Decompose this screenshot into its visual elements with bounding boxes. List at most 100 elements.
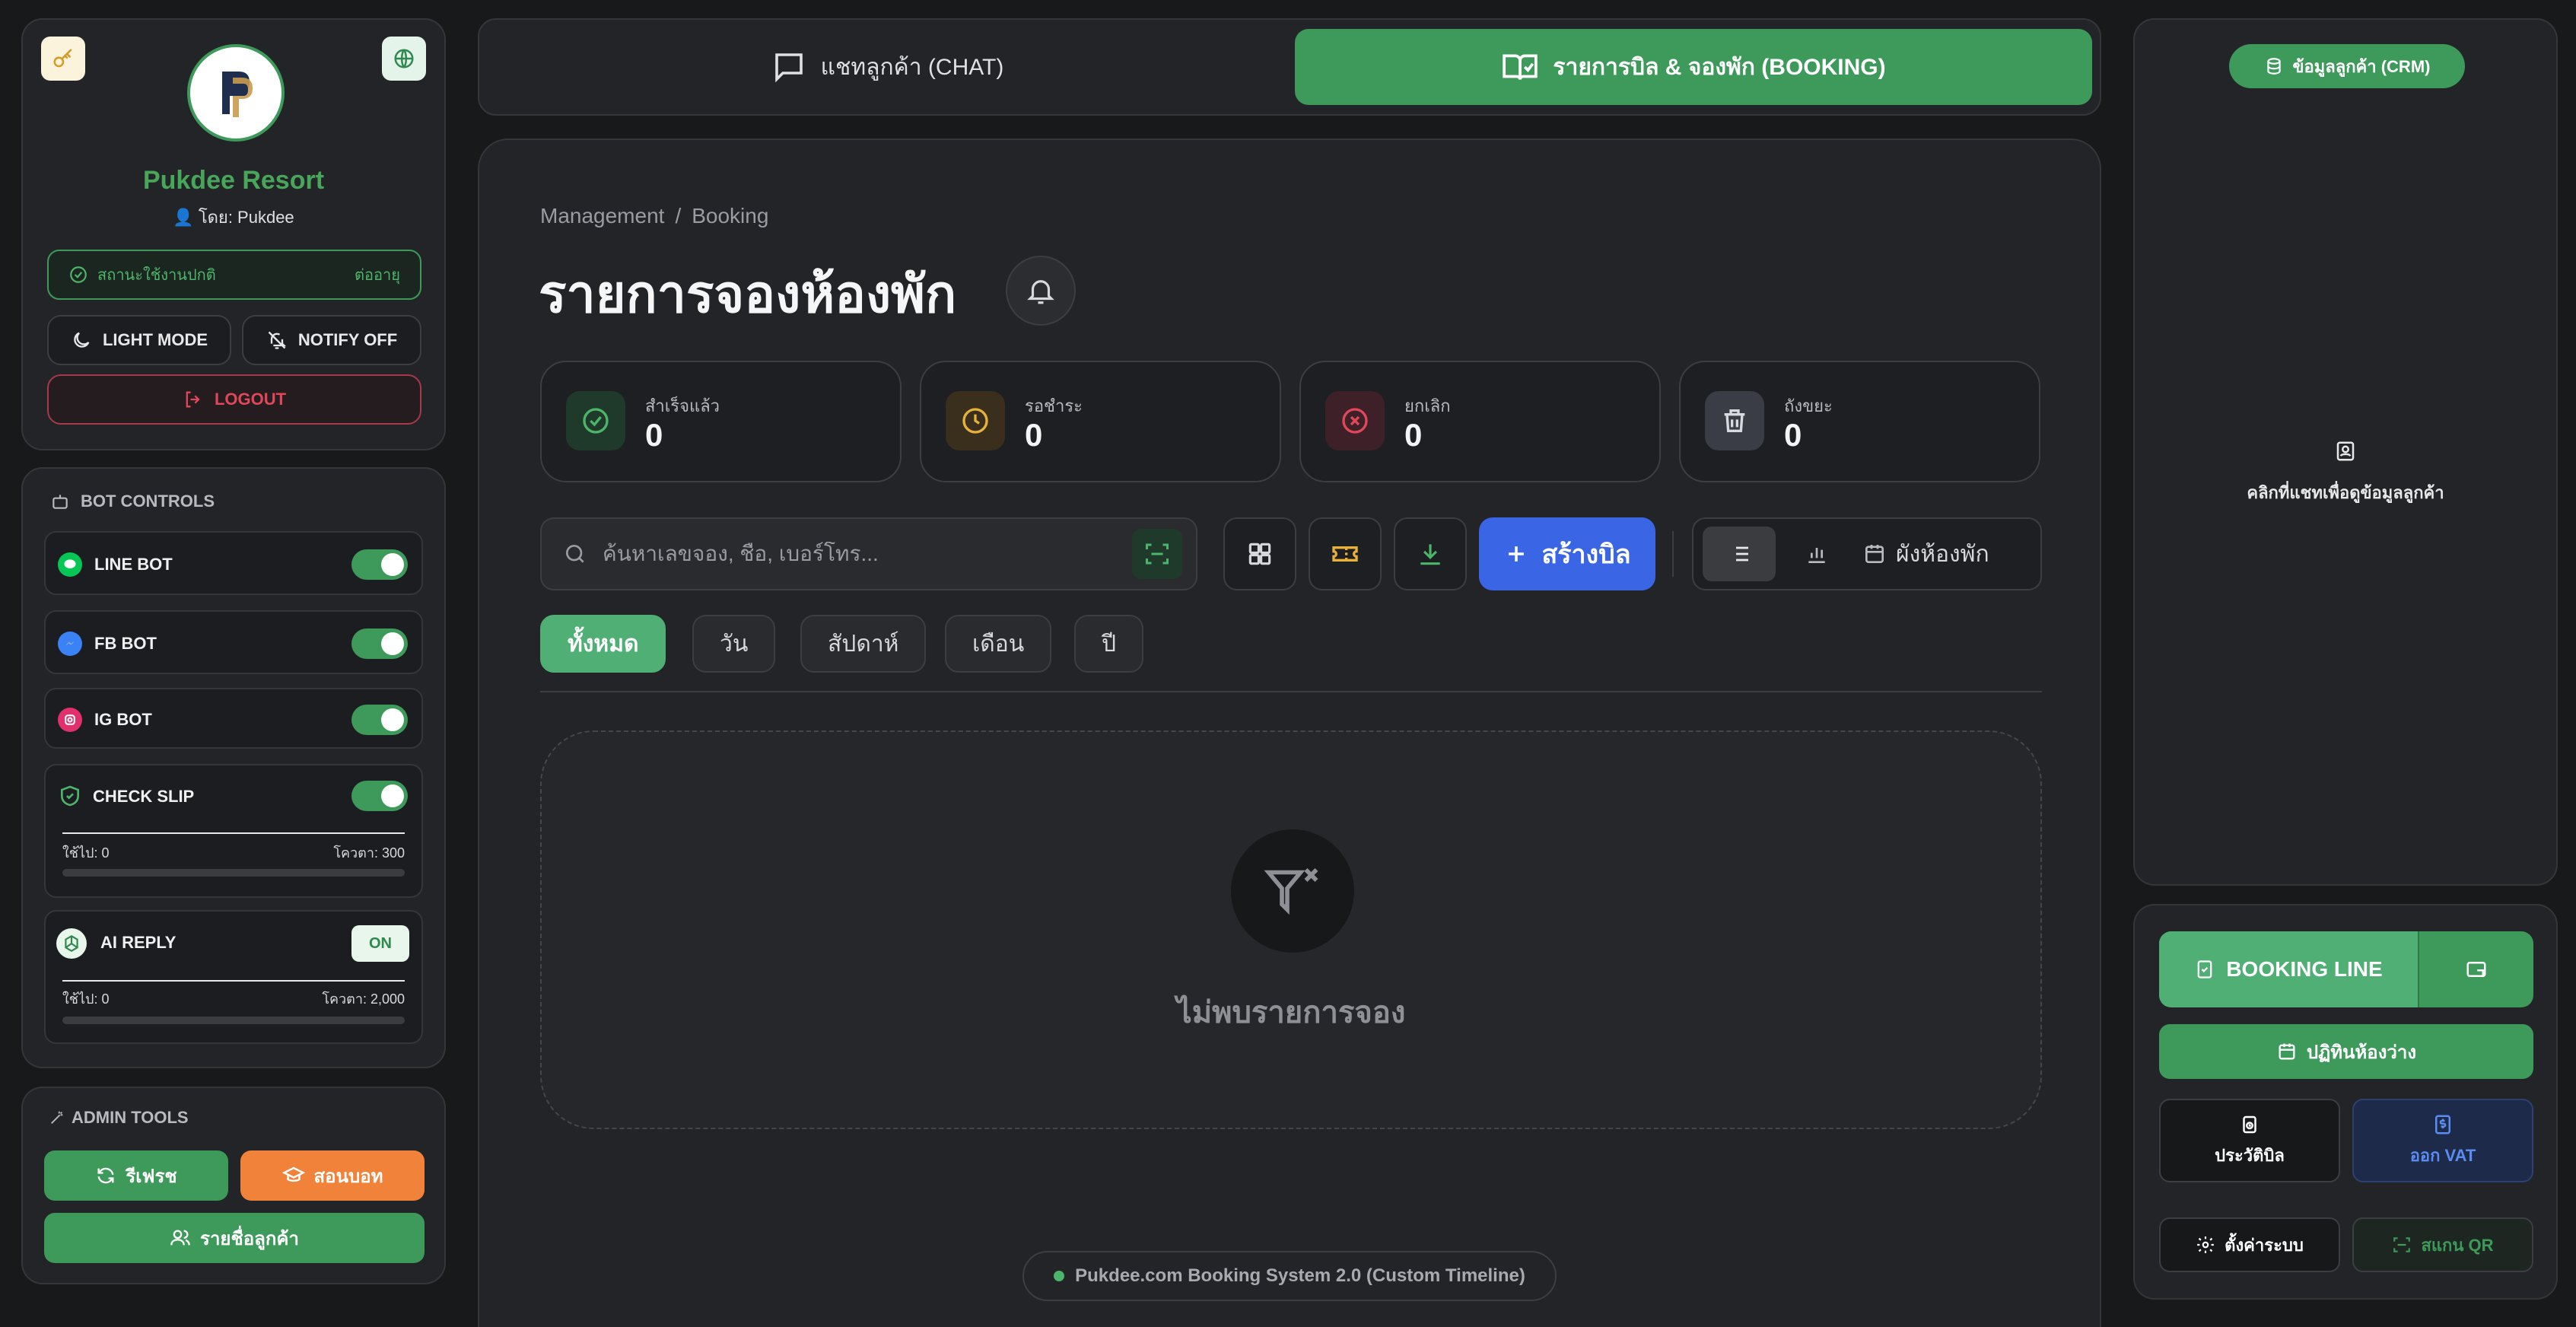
check-slip-label: CHECK SLIP [93, 787, 195, 806]
stat-success-label: สำเร็จแล้ว [645, 396, 720, 415]
stat-card-cancelled[interactable]: ยกเลิก 0 [1299, 361, 1661, 482]
filter-day[interactable]: วัน [692, 615, 776, 673]
booking-line-button[interactable]: BOOKING LINE [2159, 931, 2418, 1007]
list-icon [1731, 546, 1748, 562]
notify-off-button[interactable]: NOTIFY OFF [242, 315, 421, 365]
database-icon [2266, 58, 2281, 75]
refresh-button[interactable]: รีเฟรช [44, 1150, 228, 1201]
check-circle-icon [70, 266, 87, 283]
moon-icon [74, 332, 90, 348]
resort-name: Pukdee Resort [142, 166, 325, 195]
coupon-button[interactable] [1309, 517, 1382, 590]
filter-all[interactable]: ทั้งหมด [540, 615, 666, 673]
bot-controls-title: BOT CONTROLS [81, 492, 215, 511]
scan-qr-label: สแกน QR [2421, 1235, 2494, 1255]
x-circle-icon [1325, 391, 1385, 450]
globe-icon[interactable] [382, 37, 426, 81]
stat-success-value: 0 [645, 417, 663, 453]
toolbar-divider [1672, 531, 1674, 577]
booking-line-preview-button[interactable] [2419, 931, 2533, 1007]
teach-bot-button[interactable]: สอนบอท [240, 1150, 425, 1201]
customer-list-label: รายชื่อลูกค้า [200, 1228, 299, 1249]
settings-button[interactable]: ตั้งค่าระบบ [2159, 1217, 2340, 1272]
line-bot-row: LINE BOT [44, 531, 423, 595]
refresh-label: รีเฟรช [126, 1166, 177, 1187]
check-slip-usage: ใช้ไป: 0 โควตา: 300 [62, 842, 405, 864]
notification-bell-button[interactable] [1006, 256, 1076, 326]
ig-bot-toggle[interactable] [351, 705, 408, 735]
teach-bot-label: สอนบอท [313, 1166, 383, 1187]
footer-badge: Pukdee.com Booking System 2.0 (Custom Ti… [1022, 1251, 1557, 1301]
stat-pending-value: 0 [1025, 417, 1043, 453]
ai-reply-divider [62, 980, 405, 982]
ai-reply-usage: ใช้ไป: 0 โควตา: 2,000 [62, 988, 405, 1010]
renew-link[interactable]: ต่ออายุ [355, 263, 400, 287]
line-icon [58, 552, 82, 577]
check-slip-card: CHECK SLIP ใช้ไป: 0 โควตา: 300 [44, 764, 423, 898]
stat-card-trash[interactable]: ถังขยะ 0 [1679, 361, 2040, 482]
trash-icon [1705, 391, 1764, 450]
grid-view-button[interactable] [1223, 517, 1296, 590]
filter-year[interactable]: ปี [1074, 615, 1144, 673]
tab-chat[interactable]: แชทลูกค้า (CHAT) [488, 29, 1286, 105]
robot-icon [52, 495, 68, 509]
contact-card-icon [2336, 441, 2355, 461]
scan-qr-button[interactable]: สแกน QR [2352, 1217, 2533, 1272]
bill-history-button[interactable]: ประวัติบิล [2159, 1099, 2340, 1182]
ai-reply-on-badge[interactable]: ON [351, 925, 409, 962]
ticket-icon [1332, 546, 1358, 562]
key-icon[interactable] [41, 37, 85, 81]
stat-card-success[interactable]: สำเร็จแล้ว 0 [540, 361, 902, 482]
room-chart-button[interactable]: ผังห้องพัก [1862, 536, 1989, 572]
vat-button[interactable]: ออก VAT [2352, 1099, 2533, 1182]
ai-reply-card: AI REPLY ON ใช้ไป: 0 โควตา: 2,000 [44, 910, 423, 1044]
chat-bubble-icon [774, 53, 803, 83]
check-slip-divider [62, 832, 405, 834]
admin-tools-title: ADMIN TOOLS [72, 1108, 189, 1127]
tab-booking[interactable]: รายการบิล & จองพัก (BOOKING) [1295, 29, 2092, 105]
status-dot [1054, 1271, 1065, 1281]
stat-trash-value: 0 [1784, 417, 1802, 453]
calendar-availability-button[interactable]: ปฏิทินห้องว่าง [2159, 1024, 2533, 1079]
status-text: สถานะใช้งานปกติ [97, 267, 216, 284]
calendar-icon [1865, 545, 1884, 563]
stat-card-pending[interactable]: รอชำระ 0 [920, 361, 1281, 482]
line-bot-toggle[interactable] [351, 549, 408, 580]
create-bill-button[interactable]: สร้างบิล [1479, 517, 1655, 590]
logout-button[interactable]: LOGOUT [47, 374, 421, 425]
breadcrumb-management[interactable]: Management [540, 204, 664, 228]
room-chart-label: ผังห้องพัก [1896, 541, 1989, 567]
scan-icon [2393, 1237, 2411, 1252]
crm-label: ข้อมูลลูกค้า (CRM) [2292, 56, 2431, 76]
resort-logo [187, 44, 285, 142]
light-mode-button[interactable]: LIGHT MODE [47, 315, 231, 365]
crm-button[interactable]: ข้อมูลลูกค้า (CRM) [2229, 44, 2465, 88]
chart-view-button[interactable] [1780, 527, 1853, 581]
list-view-button[interactable] [1703, 527, 1776, 581]
ig-bot-label: IG BOT [94, 710, 152, 729]
ig-bot-row: IG BOT [44, 688, 423, 749]
fb-bot-toggle[interactable] [351, 628, 408, 659]
customer-list-button[interactable]: รายชื่อลูกค้า [44, 1213, 425, 1263]
download-button[interactable] [1394, 517, 1467, 590]
owner-label: 👤 โดย: Pukdee [173, 208, 294, 227]
messenger-icon [58, 632, 82, 656]
check-slip-toggle[interactable] [351, 781, 408, 811]
search-input[interactable] [603, 542, 1132, 566]
search-box [540, 517, 1197, 590]
graduation-cap-icon [281, 1166, 305, 1182]
tab-bar: แชทลูกค้า (CHAT) รายการบิล & จองพัก (BOO… [478, 18, 2101, 116]
shield-check-icon [61, 785, 79, 807]
line-bot-label: LINE BOT [94, 555, 173, 574]
filter-week[interactable]: สัปดาห์ [800, 615, 927, 673]
crm-hint: คลิกที่แชทเพื่อดูข้อมูลลูกค้า [2247, 483, 2444, 502]
check-circle-icon [566, 391, 625, 450]
stat-cancelled-label: ยกเลิก [1404, 396, 1451, 415]
filter-x-icon [1231, 829, 1354, 953]
filter-month[interactable]: เดือน [945, 615, 1052, 673]
scan-button[interactable] [1132, 529, 1182, 579]
status-box[interactable]: สถานะใช้งานปกติ ต่ออายุ [47, 250, 421, 300]
crm-panel: ข้อมูลลูกค้า (CRM) คลิกที่แชทเพื่อดูข้อม… [2133, 18, 2558, 886]
fb-bot-row: FB BOT [44, 610, 423, 674]
footer-text: Pukdee.com Booking System 2.0 (Custom Ti… [1075, 1265, 1525, 1286]
